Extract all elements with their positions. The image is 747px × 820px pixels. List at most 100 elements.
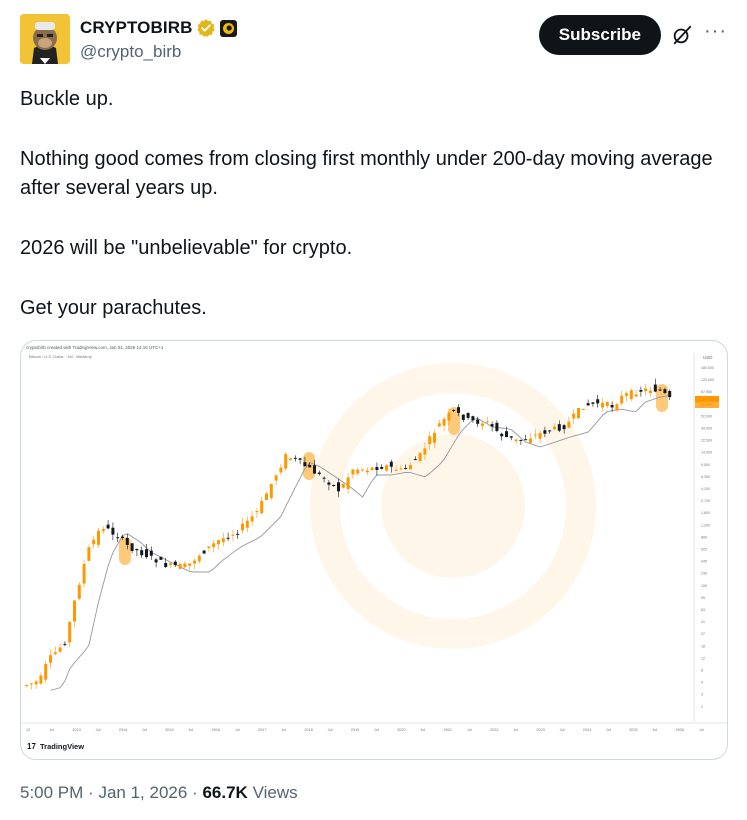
candle-body bbox=[615, 404, 619, 411]
candle-body bbox=[457, 407, 460, 413]
candle-body bbox=[49, 655, 52, 663]
price-tick-label: 63 bbox=[701, 608, 705, 612]
time-tick-label: Jul bbox=[420, 728, 425, 732]
candle-body bbox=[346, 477, 350, 490]
candle-body bbox=[351, 469, 355, 475]
candle-body bbox=[572, 413, 576, 419]
tradingview-brand: TradingView bbox=[40, 742, 84, 751]
post-paragraph: 2026 will be "unbelievable" for crypto. bbox=[20, 237, 353, 259]
chart-image[interactable]: cryptobirb created with TradingView.com,… bbox=[20, 340, 728, 760]
price-tick-label: 41 bbox=[701, 620, 705, 624]
candle-body bbox=[149, 550, 153, 556]
display-name[interactable]: CRYPTOBIRB bbox=[80, 18, 192, 38]
time-tick-label: 2022 bbox=[490, 728, 498, 732]
candle-body bbox=[596, 399, 600, 404]
candle-body bbox=[39, 675, 43, 684]
candle-body bbox=[29, 683, 33, 685]
candle-body bbox=[548, 430, 552, 432]
post-paragraph: Get your parachutes. bbox=[20, 297, 207, 319]
price-tick-label: 5 bbox=[701, 681, 703, 685]
price-tick-label: 27 bbox=[701, 632, 705, 636]
candle-body bbox=[313, 465, 316, 474]
time-tick-label: Jul bbox=[96, 728, 101, 732]
candle-body bbox=[226, 537, 230, 539]
time-tick-label: Jul bbox=[281, 728, 286, 732]
candle-body bbox=[245, 520, 249, 528]
candle-body bbox=[519, 439, 523, 441]
candle-body bbox=[178, 563, 182, 569]
candle-body bbox=[591, 402, 595, 404]
candle-body bbox=[44, 663, 48, 680]
post-header: CRYPTOBIRB @crypto_birb Subscribe ··· bbox=[20, 14, 727, 66]
candle-body bbox=[365, 470, 369, 473]
candle-body bbox=[529, 438, 532, 443]
candle-body bbox=[461, 414, 465, 420]
candle-body bbox=[634, 394, 638, 397]
price-tick-label: 18 bbox=[701, 644, 705, 648]
candle-body bbox=[644, 388, 648, 392]
affiliate-logo-icon[interactable] bbox=[220, 19, 238, 37]
time-tick-label: 2014 bbox=[119, 728, 127, 732]
price-tick-label: 180,000 bbox=[701, 366, 714, 370]
price-tick-label: 1,800 bbox=[701, 511, 710, 515]
candle-body bbox=[524, 439, 528, 441]
grok-icon[interactable] bbox=[671, 24, 693, 46]
candle-body bbox=[116, 537, 120, 539]
candle-body bbox=[663, 389, 667, 394]
post-date[interactable]: Jan 1, 2026 bbox=[98, 783, 187, 802]
candle-body bbox=[409, 465, 412, 470]
verified-badge-icon bbox=[197, 19, 216, 37]
candle-body bbox=[428, 436, 432, 445]
time-tick-label: 2018 bbox=[304, 728, 312, 732]
price-tick-label: 120,000 bbox=[701, 378, 714, 382]
candle-body bbox=[106, 524, 110, 529]
candle-body bbox=[121, 536, 124, 538]
time-tick-label: 2019 bbox=[351, 728, 359, 732]
candle-body bbox=[97, 530, 100, 545]
candle-body bbox=[620, 395, 624, 404]
time-tick-label: Jul bbox=[49, 728, 54, 732]
candle-body bbox=[394, 469, 398, 471]
candle-body bbox=[111, 527, 115, 535]
price-tick-label: 2,700 bbox=[701, 499, 710, 503]
candle-body bbox=[505, 431, 508, 437]
candle-body bbox=[649, 390, 652, 394]
candle-body bbox=[668, 391, 672, 398]
candle-body bbox=[567, 421, 571, 428]
post-time[interactable]: 5:00 PM bbox=[20, 783, 83, 802]
candle-body bbox=[125, 537, 129, 545]
candle-body bbox=[236, 533, 240, 535]
candle-body bbox=[274, 475, 278, 481]
candle-body bbox=[433, 432, 436, 443]
subscribe-button[interactable]: Subscribe bbox=[538, 15, 661, 55]
author-handle[interactable]: @crypto_birb bbox=[80, 42, 181, 62]
price-tick-label: 2 bbox=[701, 705, 703, 709]
price-axis: 180,000120,00087,95052,50052,00034,50022… bbox=[701, 366, 714, 709]
candle-body bbox=[140, 550, 144, 556]
tradingview-mark: 17 bbox=[27, 742, 36, 751]
candle-body bbox=[308, 464, 312, 468]
time-tick-label: Jul bbox=[560, 728, 565, 732]
time-tick-label: 2017 bbox=[258, 728, 266, 732]
candle-body bbox=[581, 408, 585, 410]
candle-body bbox=[543, 430, 547, 434]
candle-body bbox=[471, 416, 475, 421]
price-tick-label: 150 bbox=[701, 584, 707, 588]
time-tick-label: Jul bbox=[606, 728, 611, 732]
candle-body bbox=[385, 465, 388, 471]
time-tick-label: Jul bbox=[328, 728, 333, 732]
price-tick-label: 230 bbox=[701, 572, 707, 576]
highlight-marker bbox=[119, 537, 131, 565]
candle-body bbox=[293, 457, 297, 459]
candle-body bbox=[639, 389, 643, 392]
more-options-icon[interactable]: ··· bbox=[704, 20, 727, 43]
candle-body bbox=[370, 467, 374, 471]
price-tick-label: 9,500 bbox=[701, 463, 710, 467]
price-tick-label: 87,950 bbox=[701, 390, 712, 394]
candle-body bbox=[658, 389, 662, 391]
price-axis-currency: USD bbox=[703, 355, 713, 360]
candle-body bbox=[317, 472, 321, 475]
candle-body bbox=[629, 390, 633, 400]
avatar[interactable] bbox=[20, 14, 70, 64]
candle-body bbox=[404, 467, 408, 469]
